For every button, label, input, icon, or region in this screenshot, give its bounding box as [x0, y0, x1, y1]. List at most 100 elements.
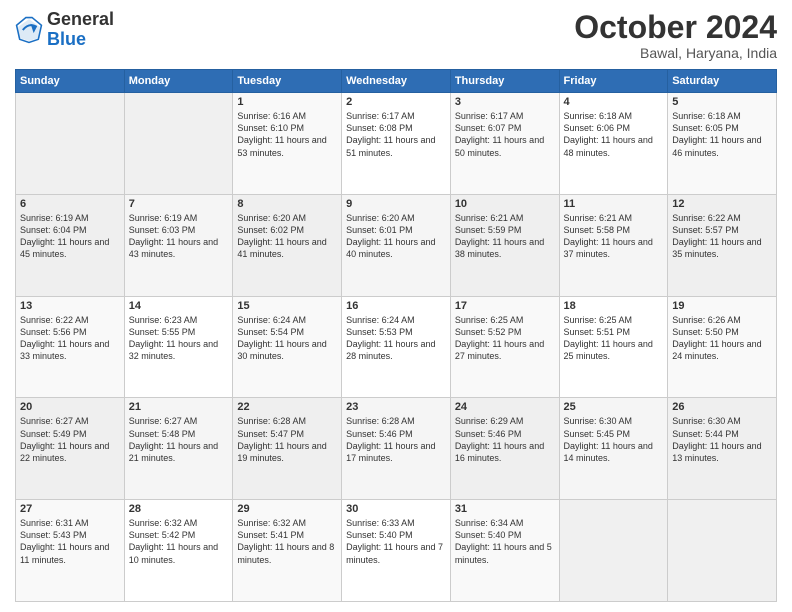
day-number: 31	[455, 503, 555, 515]
day-number: 25	[564, 401, 664, 413]
day-info: Sunrise: 6:24 AM Sunset: 5:54 PM Dayligh…	[237, 314, 337, 363]
day-info: Sunrise: 6:22 AM Sunset: 5:56 PM Dayligh…	[20, 314, 120, 363]
table-row: 13 Sunrise: 6:22 AM Sunset: 5:56 PM Dayli…	[16, 296, 125, 398]
day-number: 27	[20, 503, 120, 515]
day-number: 21	[129, 401, 229, 413]
table-row	[16, 93, 125, 195]
table-row: 6 Sunrise: 6:19 AM Sunset: 6:04 PM Daylig…	[16, 194, 125, 296]
day-info: Sunrise: 6:17 AM Sunset: 6:08 PM Dayligh…	[346, 110, 446, 159]
table-row: 24 Sunrise: 6:29 AM Sunset: 5:46 PM Dayli…	[450, 398, 559, 500]
col-saturday: Saturday	[668, 70, 777, 93]
logo-text: General Blue	[47, 10, 114, 50]
day-info: Sunrise: 6:24 AM Sunset: 5:53 PM Dayligh…	[346, 314, 446, 363]
day-number: 1	[237, 96, 337, 108]
calendar-header-row: Sunday Monday Tuesday Wednesday Thursday…	[16, 70, 777, 93]
table-row	[124, 93, 233, 195]
table-row: 17Sunrise: 6:25 AM Sunset: 5:52 PM Dayli…	[450, 296, 559, 398]
table-row: 28Sunrise: 6:32 AM Sunset: 5:42 PM Dayli…	[124, 500, 233, 602]
day-number: 3	[455, 96, 555, 108]
table-row: 14 Sunrise: 6:23 AM Sunset: 5:55 PM Dayli…	[124, 296, 233, 398]
title-block: October 2024 Bawal, Haryana, India	[574, 10, 777, 61]
table-row: 10 Sunrise: 6:21 AM Sunset: 5:59 PM Dayli…	[450, 194, 559, 296]
table-row: 12 Sunrise: 6:22 AM Sunset: 5:57 PM Dayli…	[668, 194, 777, 296]
table-row: 9 Sunrise: 6:20 AM Sunset: 6:01 PM Daylig…	[342, 194, 451, 296]
day-info: Sunrise: 6:32 AM Sunset: 5:41 PM Dayligh…	[237, 517, 337, 566]
calendar-table: Sunday Monday Tuesday Wednesday Thursday…	[15, 69, 777, 602]
day-number: 16	[346, 300, 446, 312]
day-info: Sunrise: 6:31 AM Sunset: 5:43 PM Dayligh…	[20, 517, 120, 566]
day-info: Sunrise: 6:30 AM Sunset: 5:44 PM Dayligh…	[672, 415, 772, 464]
day-info: Sunrise: 6:28 AM Sunset: 5:46 PM Dayligh…	[346, 415, 446, 464]
day-number: 14	[129, 300, 229, 312]
day-number: 20	[20, 401, 120, 413]
calendar-week-5: 27 Sunrise: 6:31 AM Sunset: 5:43 PM Dayli…	[16, 500, 777, 602]
day-info: Sunrise: 6:27 AM Sunset: 5:49 PM Dayligh…	[20, 415, 120, 464]
table-row: 23Sunrise: 6:28 AM Sunset: 5:46 PM Dayli…	[342, 398, 451, 500]
calendar-week-1: 1 Sunrise: 6:16 AM Sunset: 6:10 PM Daylig…	[16, 93, 777, 195]
table-row: 1 Sunrise: 6:16 AM Sunset: 6:10 PM Daylig…	[233, 93, 342, 195]
table-row: 26 Sunrise: 6:30 AM Sunset: 5:44 PM Dayli…	[668, 398, 777, 500]
day-info: Sunrise: 6:33 AM Sunset: 5:40 PM Dayligh…	[346, 517, 446, 566]
col-sunday: Sunday	[16, 70, 125, 93]
table-row: 19Sunrise: 6:26 AM Sunset: 5:50 PM Dayli…	[668, 296, 777, 398]
day-info: Sunrise: 6:25 AM Sunset: 5:52 PM Dayligh…	[455, 314, 555, 363]
logo-text-block: General Blue	[47, 10, 114, 50]
day-info: Sunrise: 6:20 AM Sunset: 6:01 PM Dayligh…	[346, 212, 446, 261]
table-row: 3 Sunrise: 6:17 AM Sunset: 6:07 PM Daylig…	[450, 93, 559, 195]
day-number: 24	[455, 401, 555, 413]
header: General Blue October 2024 Bawal, Haryana…	[15, 10, 777, 61]
table-row: 25 Sunrise: 6:30 AM Sunset: 5:45 PM Dayli…	[559, 398, 668, 500]
logo-icon	[15, 16, 43, 44]
day-info: Sunrise: 6:17 AM Sunset: 6:07 PM Dayligh…	[455, 110, 555, 159]
day-info: Sunrise: 6:25 AM Sunset: 5:51 PM Dayligh…	[564, 314, 664, 363]
day-info: Sunrise: 6:29 AM Sunset: 5:46 PM Dayligh…	[455, 415, 555, 464]
day-number: 7	[129, 198, 229, 210]
day-number: 15	[237, 300, 337, 312]
day-number: 6	[20, 198, 120, 210]
day-info: Sunrise: 6:19 AM Sunset: 6:03 PM Dayligh…	[129, 212, 229, 261]
day-number: 5	[672, 96, 772, 108]
day-info: Sunrise: 6:32 AM Sunset: 5:42 PM Dayligh…	[129, 517, 229, 566]
logo: General Blue	[15, 10, 114, 50]
day-info: Sunrise: 6:20 AM Sunset: 6:02 PM Dayligh…	[237, 212, 337, 261]
col-friday: Friday	[559, 70, 668, 93]
table-row: 8 Sunrise: 6:20 AM Sunset: 6:02 PM Daylig…	[233, 194, 342, 296]
day-number: 10	[455, 198, 555, 210]
day-info: Sunrise: 6:23 AM Sunset: 5:55 PM Dayligh…	[129, 314, 229, 363]
day-number: 30	[346, 503, 446, 515]
page: General Blue October 2024 Bawal, Haryana…	[0, 0, 792, 612]
logo-blue: Blue	[47, 29, 86, 49]
day-info: Sunrise: 6:30 AM Sunset: 5:45 PM Dayligh…	[564, 415, 664, 464]
table-row: 2 Sunrise: 6:17 AM Sunset: 6:08 PM Daylig…	[342, 93, 451, 195]
day-number: 19	[672, 300, 772, 312]
day-info: Sunrise: 6:16 AM Sunset: 6:10 PM Dayligh…	[237, 110, 337, 159]
table-row: 29Sunrise: 6:32 AM Sunset: 5:41 PM Dayli…	[233, 500, 342, 602]
day-number: 2	[346, 96, 446, 108]
day-number: 8	[237, 198, 337, 210]
table-row: 7 Sunrise: 6:19 AM Sunset: 6:03 PM Daylig…	[124, 194, 233, 296]
table-row: 18Sunrise: 6:25 AM Sunset: 5:51 PM Dayli…	[559, 296, 668, 398]
day-number: 9	[346, 198, 446, 210]
table-row: 5Sunrise: 6:18 AM Sunset: 6:05 PM Daylig…	[668, 93, 777, 195]
table-row: 16 Sunrise: 6:24 AM Sunset: 5:53 PM Dayli…	[342, 296, 451, 398]
day-info: Sunrise: 6:27 AM Sunset: 5:48 PM Dayligh…	[129, 415, 229, 464]
table-row	[668, 500, 777, 602]
table-row: 31Sunrise: 6:34 AM Sunset: 5:40 PM Dayli…	[450, 500, 559, 602]
day-info: Sunrise: 6:28 AM Sunset: 5:47 PM Dayligh…	[237, 415, 337, 464]
title-month: October 2024	[574, 10, 777, 45]
day-info: Sunrise: 6:19 AM Sunset: 6:04 PM Dayligh…	[20, 212, 120, 261]
day-number: 13	[20, 300, 120, 312]
table-row	[559, 500, 668, 602]
table-row: 21 Sunrise: 6:27 AM Sunset: 5:48 PM Dayli…	[124, 398, 233, 500]
day-info: Sunrise: 6:21 AM Sunset: 5:59 PM Dayligh…	[455, 212, 555, 261]
day-number: 12	[672, 198, 772, 210]
calendar-week-4: 20 Sunrise: 6:27 AM Sunset: 5:49 PM Dayli…	[16, 398, 777, 500]
table-row: 30 Sunrise: 6:33 AM Sunset: 5:40 PM Dayli…	[342, 500, 451, 602]
day-info: Sunrise: 6:18 AM Sunset: 6:06 PM Dayligh…	[564, 110, 664, 159]
day-info: Sunrise: 6:21 AM Sunset: 5:58 PM Dayligh…	[564, 212, 664, 261]
table-row: 4Sunrise: 6:18 AM Sunset: 6:06 PM Daylig…	[559, 93, 668, 195]
day-info: Sunrise: 6:22 AM Sunset: 5:57 PM Dayligh…	[672, 212, 772, 261]
table-row: 15 Sunrise: 6:24 AM Sunset: 5:54 PM Dayli…	[233, 296, 342, 398]
day-number: 26	[672, 401, 772, 413]
day-number: 22	[237, 401, 337, 413]
